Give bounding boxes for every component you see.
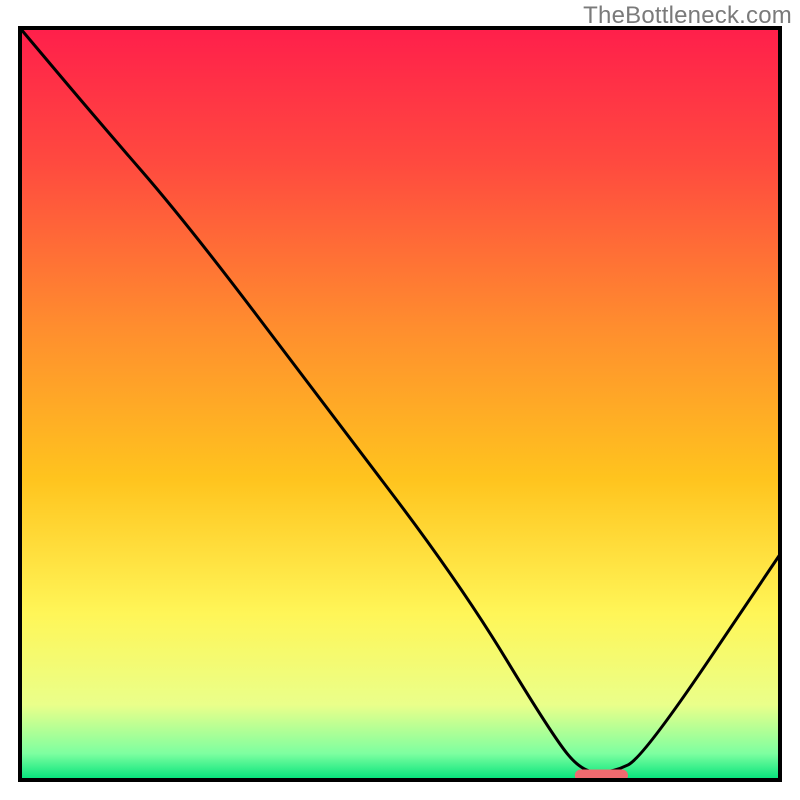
watermark-text: TheBottleneck.com — [583, 2, 792, 30]
chart-container: TheBottleneck.com — [0, 0, 800, 800]
gradient-background — [20, 28, 780, 780]
bottleneck-chart — [0, 0, 800, 800]
